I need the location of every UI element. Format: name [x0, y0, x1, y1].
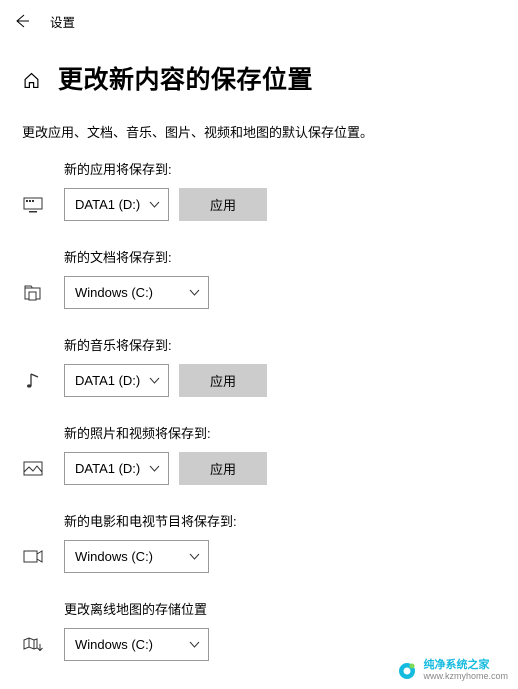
dropdown-value: Windows (C:): [75, 549, 153, 564]
maps-icon: [22, 637, 44, 653]
home-icon[interactable]: [22, 72, 40, 90]
setting-label-photos: 新的照片和视频将保存到:: [64, 423, 496, 442]
movies-icon: [22, 550, 44, 563]
setting-label-apps: 新的应用将保存到:: [64, 159, 496, 178]
title-row: 更改新内容的保存位置: [0, 42, 518, 104]
setting-label-movies: 新的电影和电视节目将保存到:: [64, 511, 496, 530]
setting-movies: 新的电影和电视节目将保存到: Windows (C:): [22, 511, 496, 573]
page-title: 更改新内容的保存位置: [58, 60, 313, 96]
documents-icon: [22, 285, 44, 301]
watermark-title: 纯净系统之家: [423, 660, 508, 672]
back-icon[interactable]: [14, 13, 30, 29]
setting-row: DATA1 (D:) 应用: [22, 188, 496, 221]
photos-icon: [22, 461, 44, 476]
maps-dropdown[interactable]: Windows (C:): [64, 628, 209, 661]
photos-dropdown[interactable]: DATA1 (D:): [64, 452, 169, 485]
header-title: 设置: [50, 12, 75, 31]
dropdown-value: DATA1 (D:): [75, 461, 140, 476]
dropdown-value: Windows (C:): [75, 637, 153, 652]
setting-row: DATA1 (D:) 应用: [22, 364, 496, 397]
watermark-icon: [397, 661, 417, 681]
setting-label-maps: 更改离线地图的存储位置: [64, 599, 496, 618]
movies-dropdown[interactable]: Windows (C:): [64, 540, 209, 573]
dropdown-value: DATA1 (D:): [75, 373, 140, 388]
chevron-down-icon: [149, 375, 160, 386]
apply-button-apps[interactable]: 应用: [179, 188, 267, 221]
apply-button-music[interactable]: 应用: [179, 364, 267, 397]
setting-maps: 更改离线地图的存储位置 Windows (C:): [22, 599, 496, 661]
chevron-down-icon: [189, 639, 200, 650]
apps-dropdown[interactable]: DATA1 (D:): [64, 188, 169, 221]
documents-dropdown[interactable]: Windows (C:): [64, 276, 209, 309]
page-description: 更改应用、文档、音乐、图片、视频和地图的默认保存位置。: [0, 104, 518, 159]
watermark-url: www.kzmyhome.com: [423, 672, 508, 681]
setting-photos: 新的照片和视频将保存到: DATA1 (D:) 应用: [22, 423, 496, 485]
apply-button-photos[interactable]: 应用: [179, 452, 267, 485]
apps-icon: [22, 197, 44, 213]
dropdown-value: DATA1 (D:): [75, 197, 140, 212]
chevron-down-icon: [189, 551, 200, 562]
music-dropdown[interactable]: DATA1 (D:): [64, 364, 169, 397]
setting-row: Windows (C:): [22, 276, 496, 309]
setting-apps: 新的应用将保存到: DATA1 (D:) 应用: [22, 159, 496, 221]
watermark-text: 纯净系统之家 www.kzmyhome.com: [423, 660, 508, 681]
setting-row: DATA1 (D:) 应用: [22, 452, 496, 485]
setting-documents: 新的文档将保存到: Windows (C:): [22, 247, 496, 309]
setting-row: Windows (C:): [22, 628, 496, 661]
dropdown-value: Windows (C:): [75, 285, 153, 300]
watermark: 纯净系统之家 www.kzmyhome.com: [397, 660, 508, 681]
chevron-down-icon: [149, 199, 160, 210]
setting-music: 新的音乐将保存到: DATA1 (D:) 应用: [22, 335, 496, 397]
chevron-down-icon: [149, 463, 160, 474]
chevron-down-icon: [189, 287, 200, 298]
setting-label-documents: 新的文档将保存到:: [64, 247, 496, 266]
settings-list: 新的应用将保存到: DATA1 (D:) 应用 新的文档将保存到: Window…: [0, 159, 518, 661]
setting-row: Windows (C:): [22, 540, 496, 573]
setting-label-music: 新的音乐将保存到:: [64, 335, 496, 354]
music-icon: [22, 372, 44, 390]
header: 设置: [0, 0, 518, 42]
